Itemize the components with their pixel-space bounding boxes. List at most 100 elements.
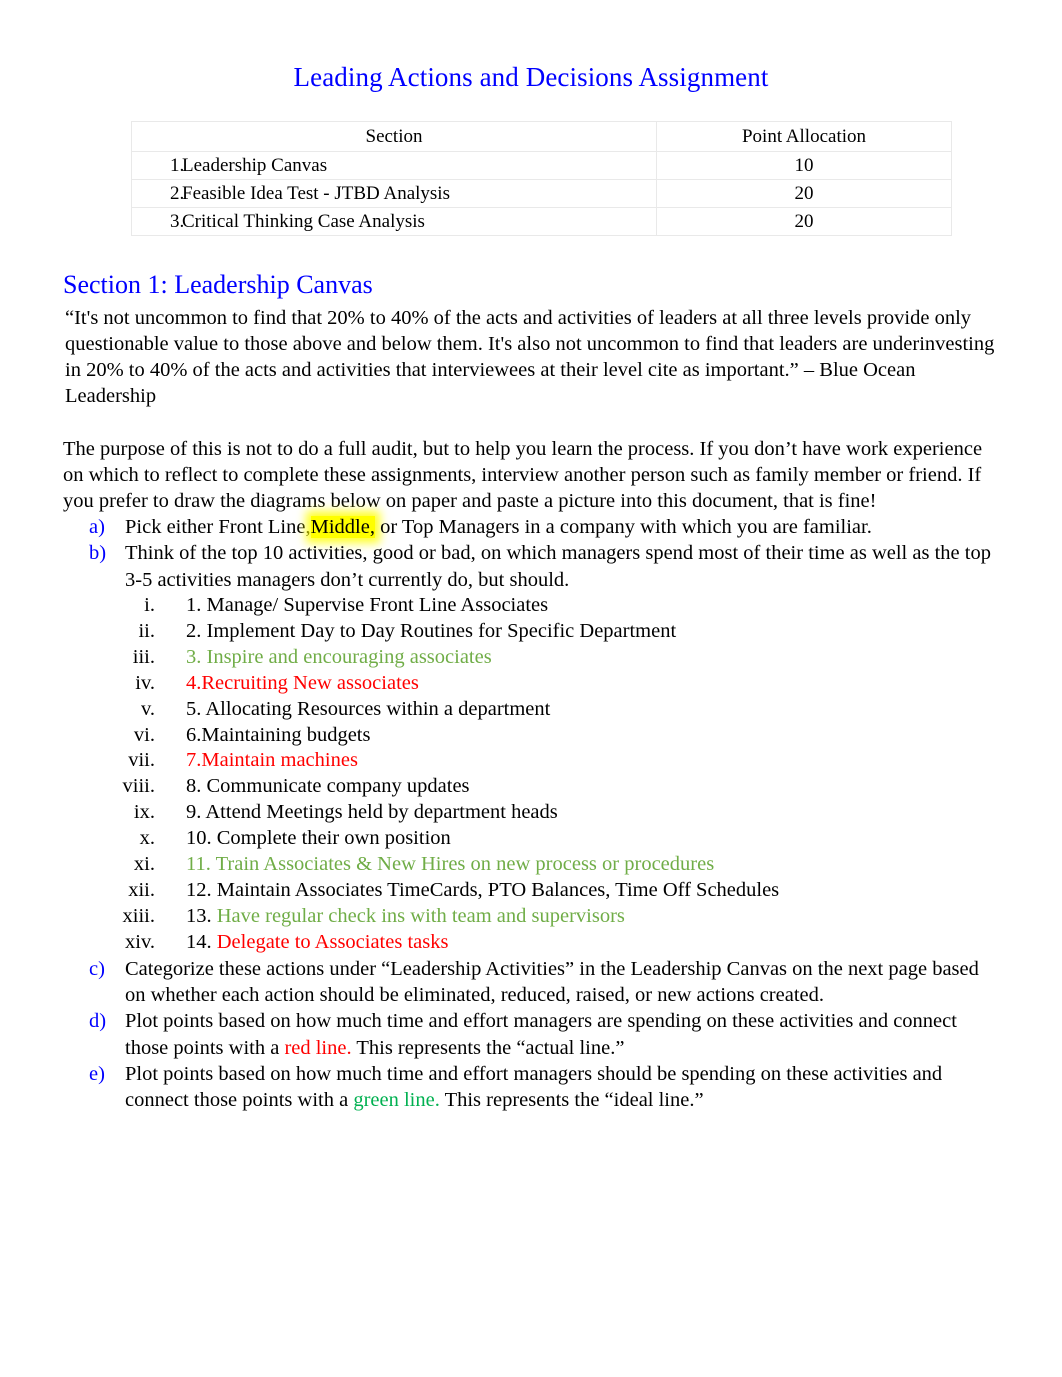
list-item: xiii. 13. Have regular check ins with tea…: [63, 904, 999, 930]
list-item: xii. 12. Maintain Associates TimeCards, P…: [63, 878, 999, 904]
activity-number: 8.: [186, 775, 202, 798]
list-item: vi. 6.Maintaining budgets: [63, 723, 999, 749]
points-cell: 20: [656, 179, 952, 209]
instruction-a-text-after: or Top Managers in a company with which …: [374, 516, 872, 539]
instruction-item-e: e) Plot points based on how much time an…: [63, 1061, 999, 1113]
list-item: viii. 8. Communicate company updates: [63, 774, 999, 800]
highlighted-middle: Middle,: [310, 516, 375, 539]
activity-number: 9.: [186, 801, 202, 824]
table-row: 1.Leadership Canvas 10: [131, 151, 952, 181]
activity-text: Maintain Associates TimeCards, PTO Balan…: [211, 879, 780, 902]
activity-text: Inspire and encouraging associates: [201, 645, 492, 668]
activities-list: i. 1. Manage/ Supervise Front Line Associ…: [63, 593, 999, 956]
list-item: vii. 7.Maintain machines: [63, 748, 999, 774]
instruction-item-d: d) Plot points based on how much time an…: [63, 1008, 999, 1060]
instructions-list: a) Pick either Front Line,Middle, or Top…: [63, 514, 999, 593]
instruction-b-text: Think of the top 10 activities, good or …: [125, 542, 991, 591]
table-row: 3.Critical Thinking Case Analysis 20: [131, 207, 952, 237]
activity-text: Implement Day to Day Routines for Specif…: [201, 619, 677, 642]
list-item: x. 10. Complete their own position: [63, 826, 999, 852]
row-number: 3.: [170, 211, 185, 233]
roman-marker: vii.: [128, 749, 155, 772]
blue-ocean-quote: “It's not uncommon to find that 20% to 4…: [65, 306, 995, 408]
list-item: ii. 2. Implement Day to Day Routines for …: [63, 619, 999, 645]
table-header-row: Section Point Allocation: [131, 120, 952, 153]
instruction-e-text-after: This represents the “ideal line.”: [439, 1089, 704, 1112]
activity-number: 10.: [186, 827, 212, 850]
points-cell: 20: [656, 207, 952, 237]
activity-text: Allocating Resources within a department: [201, 697, 551, 720]
roman-marker: x.: [139, 827, 155, 850]
activity-text: Manage/ Supervise Front Line Associates: [201, 593, 549, 616]
roman-marker: xi.: [133, 853, 155, 876]
points-table-container: Section Point Allocation 1.Leadership Ca…: [63, 120, 999, 237]
activity-number: 5.: [186, 697, 202, 720]
column-header-section: Section: [131, 120, 657, 153]
page-title: Leading Actions and Decisions Assignment: [293, 62, 769, 92]
list-marker-a: a): [89, 516, 105, 539]
activity-number: 11.: [186, 853, 211, 876]
roman-marker: xii.: [128, 879, 155, 902]
activity-text: Attend Meetings held by department heads: [201, 801, 558, 824]
list-item: v. 5. Allocating Resources within a depar…: [63, 697, 999, 723]
activity-number: 12.: [186, 879, 212, 902]
list-marker-b: b): [89, 542, 107, 565]
section-cell: 2.Feasible Idea Test - JTBD Analysis: [131, 179, 657, 209]
instruction-item-b: b) Think of the top 10 activities, good …: [63, 540, 999, 592]
roman-marker: ix.: [133, 801, 155, 824]
list-marker-c: c): [89, 957, 105, 980]
instruction-d-text-after: This represents the “actual line.”: [351, 1036, 625, 1059]
instruction-c-text: Categorize these actions under “Leadersh…: [125, 957, 979, 1007]
roman-marker: ii.: [138, 619, 155, 642]
activity-number: 2.: [186, 619, 202, 642]
points-allocation-table: Section Point Allocation 1.Leadership Ca…: [131, 120, 952, 237]
points-cell: 10: [656, 151, 952, 181]
activity-number: 6.: [186, 723, 202, 746]
activity-text: Train Associates & New Hires on new proc…: [210, 853, 715, 876]
activity-number: 4.: [186, 671, 202, 694]
roman-marker: vi.: [133, 723, 155, 746]
activity-text: Recruiting New associates: [201, 671, 419, 694]
roman-marker: v.: [140, 697, 155, 720]
list-item: iii. 3. Inspire and encouraging associate…: [63, 645, 999, 671]
activity-text: Complete their own position: [211, 827, 451, 850]
activity-number: 13.: [186, 905, 212, 927]
roman-marker: xiii.: [122, 905, 155, 927]
list-item: ix. 9. Attend Meetings held by department…: [63, 800, 999, 826]
list-item: i. 1. Manage/ Supervise Front Line Associ…: [63, 593, 999, 619]
roman-marker: iii.: [132, 645, 155, 668]
activity-number: 7.: [186, 749, 202, 772]
row-label: Critical Thinking Case Analysis: [182, 211, 425, 233]
roman-marker: xiv.: [125, 930, 155, 953]
activity-number: 1.: [186, 593, 202, 616]
green-line-label: green line.: [353, 1089, 440, 1112]
row-number: 1.: [170, 155, 185, 177]
roman-marker: i.: [144, 593, 155, 616]
purpose-paragraph: The purpose of this is not to do a full …: [63, 437, 983, 512]
row-number: 2.: [170, 183, 185, 205]
section-1-heading: Section 1: Leadership Canvas: [63, 270, 373, 300]
instructions-list-continued: c) Categorize these actions under “Leade…: [63, 956, 999, 1113]
instruction-item-c: c) Categorize these actions under “Leade…: [63, 956, 999, 1008]
list-item: xi. 11. Train Associates & New Hires on n…: [63, 852, 999, 878]
list-marker-e: e): [89, 1062, 105, 1085]
column-header-points: Point Allocation: [656, 120, 952, 153]
section-cell: 1.Leadership Canvas: [131, 151, 657, 181]
instruction-a-text-before: Pick either Front Line,: [125, 516, 311, 539]
table-row: 2.Feasible Idea Test - JTBD Analysis 20: [131, 179, 952, 209]
activity-number: 14.: [186, 930, 212, 953]
list-item: iv. 4.Recruiting New associates: [63, 671, 999, 697]
activity-text: Delegate to Associates tasks: [211, 930, 449, 953]
instruction-item-a: a) Pick either Front Line,Middle, or Top…: [63, 514, 999, 540]
roman-marker: iv.: [135, 671, 155, 694]
document-page: Leading Actions and Decisions Assignment…: [0, 0, 1062, 1377]
activity-number: 3.: [186, 645, 202, 668]
roman-marker: viii.: [122, 775, 155, 798]
activity-text: Communicate company updates: [201, 775, 470, 798]
red-line-label: red line.: [284, 1036, 352, 1059]
activity-text: Maintain machines: [201, 749, 358, 772]
activity-text: Have regular check ins with team and sup…: [211, 905, 625, 927]
activity-text: Maintaining budgets: [201, 723, 371, 746]
row-label: Feasible Idea Test - JTBD Analysis: [182, 183, 450, 205]
list-item: xiv. 14. Delegate to Associates tasks: [63, 930, 999, 956]
